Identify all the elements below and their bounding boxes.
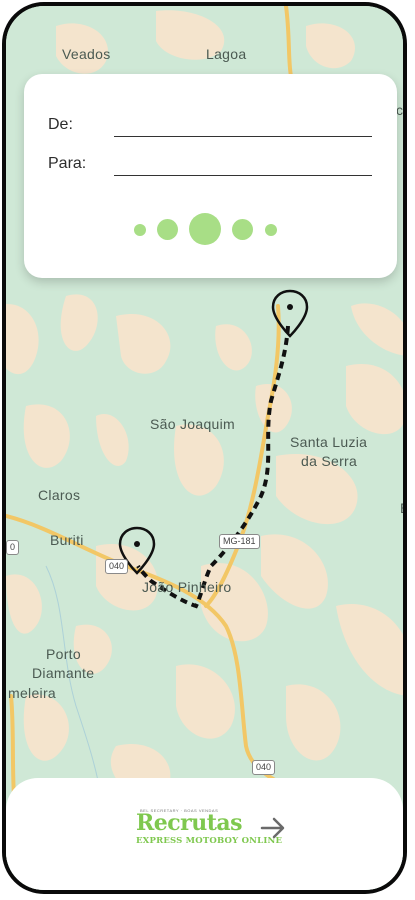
place-label-meleira: meleira xyxy=(8,685,57,701)
carousel-dot-5[interactable] xyxy=(265,224,277,236)
carousel-dot-1[interactable] xyxy=(134,224,146,236)
road-badge-left-edge: 0 xyxy=(6,540,20,555)
bottom-sheet: BEL SECRETARY · BOAS VENDAS Recrutas EXP… xyxy=(6,778,403,890)
phone-device: Veados Lagoa ca São Joaquim Santa Luzia … xyxy=(0,0,415,900)
to-input[interactable] xyxy=(114,155,372,175)
from-input-underline xyxy=(114,136,372,137)
brand-logo: BEL SECRETARY · BOAS VENDAS Recrutas EXP… xyxy=(136,808,286,852)
road-badge-040-bottom: 040 xyxy=(252,760,276,775)
place-label-veados: Veados xyxy=(62,46,111,62)
place-label-joao-pinheiro: João Pinheiro xyxy=(142,579,232,595)
place-label-sao-joaquim: São Joaquim xyxy=(150,416,236,432)
phone-frame: Veados Lagoa ca São Joaquim Santa Luzia … xyxy=(2,2,407,894)
carousel-dot-2[interactable] xyxy=(157,219,178,240)
to-label: Para: xyxy=(48,155,87,172)
destination-pin-icon[interactable] xyxy=(270,289,310,339)
road-badge-040-top: 040 xyxy=(105,559,129,574)
carousel-dot-4[interactable] xyxy=(232,219,253,240)
place-label-porto: Porto xyxy=(46,646,81,662)
place-label-da-serra: da Serra xyxy=(301,453,358,469)
place-label-santa-luzia: Santa Luzia xyxy=(290,434,368,450)
road-badge-mg181: MG-181 xyxy=(219,534,260,549)
arrow-right-icon xyxy=(260,817,285,839)
from-input[interactable] xyxy=(114,116,372,136)
to-input-underline xyxy=(114,175,372,176)
place-label-buriti: Buriti xyxy=(50,532,84,548)
carousel-dots xyxy=(134,209,294,249)
place-label-edge-ca: ca xyxy=(396,102,404,118)
place-label-lagoa: Lagoa xyxy=(206,46,247,62)
route-form-card: De: Para: xyxy=(24,74,397,278)
place-label-diamante: Diamante xyxy=(32,665,95,681)
from-label: De: xyxy=(48,116,73,133)
place-label-claros: Claros xyxy=(38,487,81,503)
brand-name: Recrutas xyxy=(136,810,243,836)
place-label-edge-e: E xyxy=(400,500,403,516)
carousel-dot-3-active[interactable] xyxy=(189,213,221,245)
